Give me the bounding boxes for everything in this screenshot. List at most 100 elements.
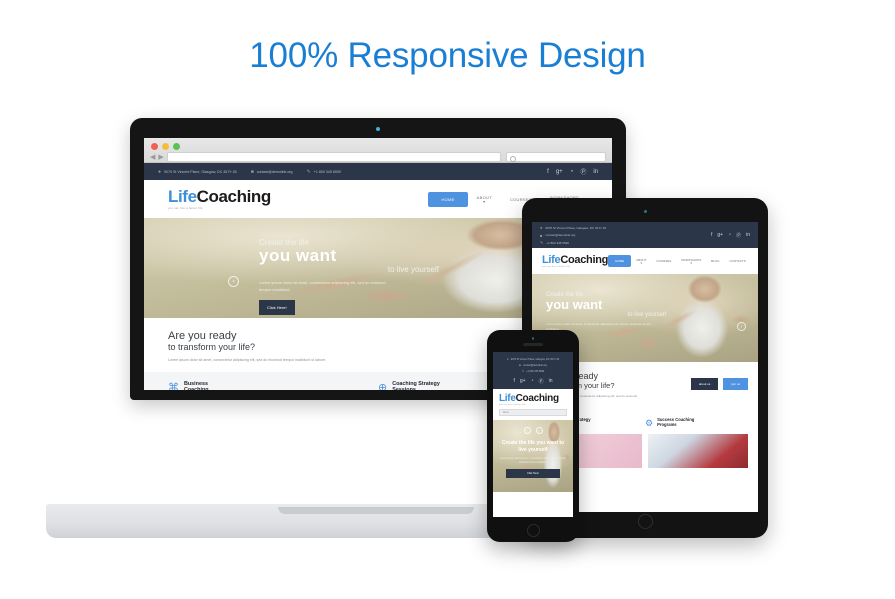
hero-next-arrow-icon[interactable]: › <box>535 427 543 434</box>
rss-icon[interactable]: ◔ <box>728 232 731 238</box>
linkedin-icon[interactable]: in <box>593 169 598 175</box>
browser-close-button[interactable] <box>151 143 158 150</box>
hero-cta-button[interactable]: Click Here! <box>259 300 295 315</box>
logo-tagline: you can live a better life <box>499 404 526 406</box>
page-title: 100% Responsive Design <box>249 36 646 75</box>
envelope-icon: ■ <box>540 232 543 238</box>
contact-address-text: 9075 St Vincent Place, Glasgow, DC 45 Fr… <box>164 169 237 174</box>
facebook-icon[interactable]: f <box>547 169 549 175</box>
briefcase-icon: ⌘ <box>168 381 179 391</box>
phone-screen: ● 9075 St Vincent Place, Glasgow, DC 45 … <box>493 352 573 517</box>
google-plus-icon[interactable]: g+ <box>520 378 526 385</box>
envelope-icon: ■ <box>519 363 521 367</box>
chevron-down-icon: ▾ <box>690 261 692 265</box>
contact-phone[interactable]: ✎ +1 800 345 6590 <box>522 369 545 373</box>
tablet-home-button[interactable] <box>637 514 653 529</box>
logo-life-text: Life <box>168 187 197 206</box>
thumbnail-image-2[interactable] <box>648 434 748 468</box>
site-logo[interactable]: LifeCoaching you can live a better life <box>542 253 609 268</box>
phone-home-button[interactable] <box>526 524 540 537</box>
pinterest-icon[interactable]: Ⓟ <box>539 378 544 385</box>
menu-item-courses[interactable]: COURSES <box>651 259 676 263</box>
hero-next-arrow-icon[interactable]: › <box>737 322 746 331</box>
contact-email[interactable]: ■ contact@demolink.org <box>519 363 547 367</box>
contact-phone[interactable]: ✎ +1 800 345 6590 <box>540 240 606 245</box>
contact-address-text: 9075 St Vincent Place, Glasgow, DC 45 Fr… <box>510 357 560 361</box>
social-links: f g+ ◔ Ⓟ in <box>513 378 552 385</box>
browser-zoom-button[interactable] <box>173 143 180 150</box>
browser-back-icon[interactable]: ◀ <box>150 153 155 161</box>
tablet-site-topbar: ● 9075 St Vincent Place, Glasgow, DC 45 … <box>532 222 758 248</box>
phone-mockup: ● 9075 St Vincent Place, Glasgow, DC 45 … <box>487 330 579 542</box>
menu-item-blog-label: BLOG <box>711 259 720 263</box>
hero-prev-arrow-icon[interactable]: ‹ <box>228 276 239 287</box>
menu-item-workshops[interactable]: WORKSHOPS ▾ <box>676 258 706 265</box>
logo-coaching-text: Coaching <box>560 253 609 266</box>
globe-icon: ⊕ <box>378 381 388 391</box>
linkedin-icon[interactable]: in <box>549 378 553 385</box>
contact-phone-text: +1 800 345 6590 <box>313 169 341 174</box>
logo-life-text: Life <box>542 253 561 266</box>
feature-title-line2: Sessions <box>392 387 416 390</box>
phone-icon: ✎ <box>306 168 311 175</box>
mobile-menu-select[interactable]: Menu <box>499 409 567 416</box>
contact-email[interactable]: ■ contact@demolink.org <box>540 233 606 238</box>
browser-search-field[interactable] <box>506 152 606 162</box>
tablet-main-menu: HOME ABOUT ▾ COURSES WORKSHOPS ▾ BLOG CO <box>608 255 751 267</box>
menu-item-home-label: HOME <box>615 259 625 263</box>
logo-coaching-text: Coaching <box>515 393 559 404</box>
facebook-icon[interactable]: f <box>711 232 712 238</box>
gear-icon: ⚙ <box>645 417 654 428</box>
map-pin-icon: ● <box>158 168 162 175</box>
hero-line3: to live yourself <box>387 265 439 274</box>
facebook-icon[interactable]: f <box>513 378 514 385</box>
menu-item-contacts[interactable]: CONTACTS <box>724 259 750 263</box>
site-logo[interactable]: LifeCoaching you can live a better life <box>168 188 271 210</box>
pinterest-icon[interactable]: Ⓟ <box>580 167 586 176</box>
google-plus-icon[interactable]: g+ <box>717 232 723 238</box>
hero-cta-button[interactable]: Click Here! <box>506 469 560 478</box>
map-pin-icon: ● <box>540 225 543 230</box>
contact-phone[interactable]: ✎ +1 800 345 6590 <box>307 169 341 175</box>
tablet-site-navbar: LifeCoaching you can live a better life … <box>532 248 758 274</box>
browser-minimize-button[interactable] <box>162 143 169 150</box>
chevron-down-icon: ▾ <box>640 261 642 265</box>
laptop-base-lip <box>278 507 474 514</box>
rss-icon[interactable]: ◔ <box>570 169 574 175</box>
contact-row: ● 9075 St Vincent Place, Glasgow, DC 45 … <box>158 169 355 175</box>
feature-business-coaching[interactable]: ⌘ Business Coaching <box>168 381 378 391</box>
about-us-button[interactable]: about us <box>690 378 719 390</box>
feature-success-programs[interactable]: ⚙ Success Coaching Programs <box>645 417 748 429</box>
linkedin-icon[interactable]: in <box>746 232 750 238</box>
map-pin-icon: ● <box>506 357 509 361</box>
menu-item-about[interactable]: ABOUT ▾ <box>468 195 501 204</box>
contact-email-text: contact@demolink.org <box>522 363 547 367</box>
join-us-button[interactable]: join us <box>723 378 748 390</box>
rss-icon[interactable]: ◔ <box>531 378 534 385</box>
google-plus-icon[interactable]: g+ <box>556 169 563 175</box>
menu-item-about[interactable]: ABOUT ▾ <box>631 258 651 265</box>
browser-forward-icon[interactable]: ▶ <box>158 153 163 161</box>
hero-slider-arrows: ‹ › <box>493 427 573 434</box>
cta-button-group: about us join us <box>690 378 748 390</box>
pinterest-icon[interactable]: Ⓟ <box>736 232 741 239</box>
hero-prev-arrow-icon[interactable]: ‹ <box>523 427 531 434</box>
menu-item-home[interactable]: HOME <box>428 191 468 207</box>
menu-item-home[interactable]: HOME <box>608 255 632 267</box>
contact-address: ● 9075 St Vincent Place, Glasgow, DC 45 … <box>540 225 606 230</box>
browser-toolbar: ◀ ▶ <box>144 151 612 163</box>
logo-life-text: Life <box>499 393 516 404</box>
chevron-down-icon: ▾ <box>483 199 486 204</box>
browser-address-bar[interactable] <box>166 152 501 162</box>
menu-item-blog[interactable]: BLOG <box>706 259 724 263</box>
hero-copy: Create the life you want to live yoursel… <box>259 238 439 315</box>
contact-phone-text: +1 800 345 6590 <box>526 369 545 373</box>
social-links: f g+ ◔ Ⓟ in <box>540 167 598 177</box>
hero-line3: to live yourself <box>627 312 666 318</box>
tablet-camera-icon <box>643 210 647 213</box>
phone-camera-icon <box>531 337 535 340</box>
site-logo[interactable]: LifeCoaching you can live a better life <box>499 393 567 407</box>
hero-headline: Create the life you want to live yoursel… <box>501 440 565 453</box>
contact-email[interactable]: ■ contact@demolink.org <box>251 169 293 175</box>
site-topbar: ● 9075 St Vincent Place, Glasgow, DC 45 … <box>144 163 612 180</box>
